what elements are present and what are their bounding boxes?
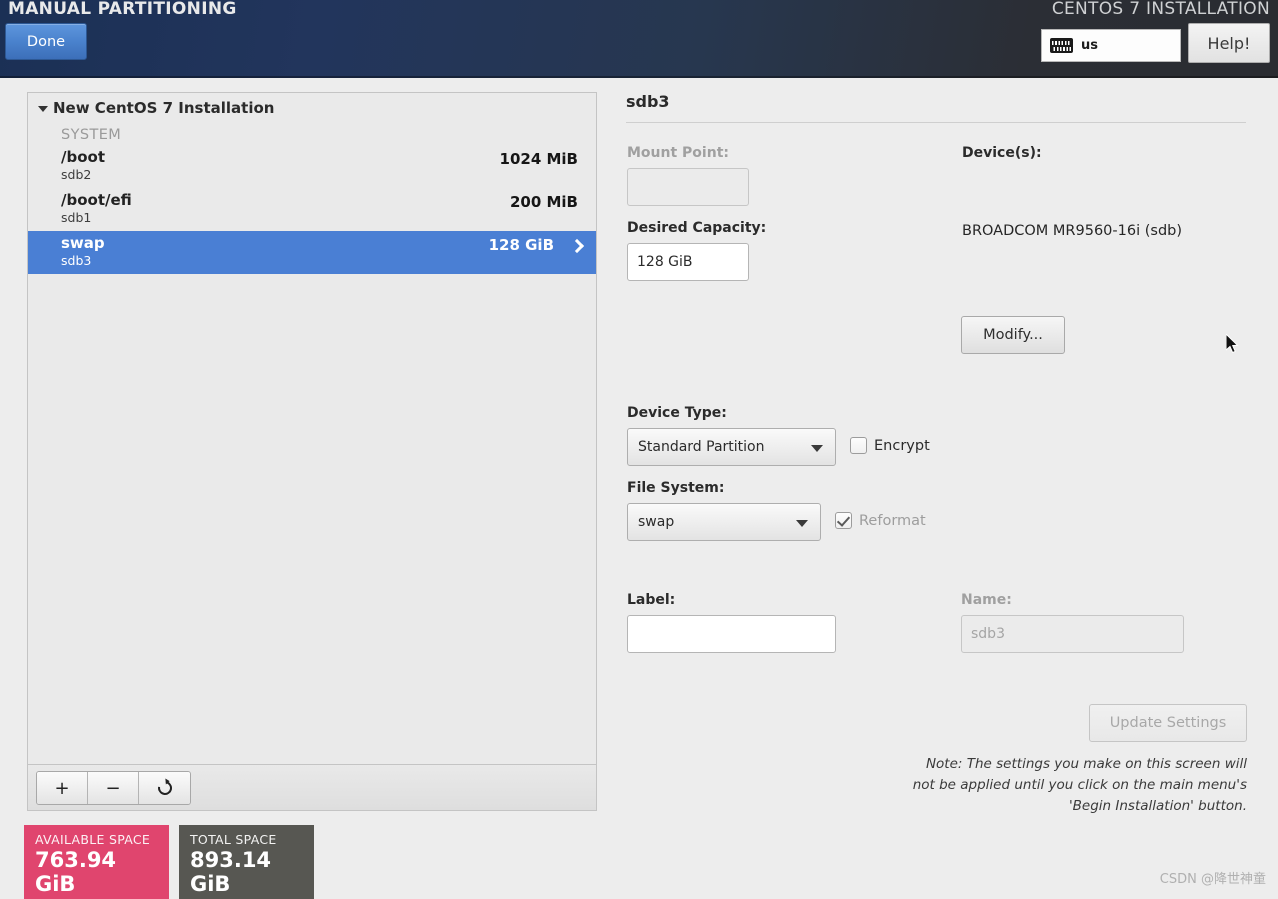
installer-title: CENTOS 7 INSTALLATION	[1051, 0, 1270, 19]
desired-capacity-label: Desired Capacity:	[627, 220, 767, 236]
keyboard-layout-label: us	[1081, 38, 1098, 53]
file-system-select[interactable]: swap	[627, 503, 821, 541]
encrypt-label: Encrypt	[874, 437, 930, 454]
mount-point-label: Mount Point:	[627, 145, 729, 161]
encrypt-checkbox[interactable]	[850, 437, 867, 454]
label-input[interactable]	[627, 615, 836, 653]
partition-toolbar: + −	[27, 765, 597, 811]
reformat-checkbox[interactable]	[835, 512, 852, 529]
update-settings-button[interactable]: Update Settings	[1089, 704, 1247, 742]
installer-header: MANUAL PARTITIONING CENTOS 7 INSTALLATIO…	[0, 0, 1278, 78]
available-space-value: 763.94 GiB	[35, 848, 117, 896]
partition-group-system: SYSTEM	[61, 127, 122, 143]
device-type-value: Standard Partition	[638, 439, 765, 455]
modify-button[interactable]: Modify...	[961, 316, 1065, 354]
available-space-badge: AVAILABLE SPACE 763.94 GiB	[24, 825, 169, 899]
reformat-checkbox-row[interactable]: Reformat	[835, 512, 926, 529]
manual-partitioning-screen: MANUAL PARTITIONING CENTOS 7 INSTALLATIO…	[0, 0, 1278, 899]
file-system-label: File System:	[627, 480, 725, 496]
remove-partition-button[interactable]: −	[88, 772, 139, 804]
list-item[interactable]: /boot sdb2 1024 MiB	[28, 145, 596, 188]
collapse-triangle-icon[interactable]	[38, 106, 48, 112]
keyboard-layout-indicator[interactable]: us	[1041, 29, 1181, 62]
space-summary: AVAILABLE SPACE 763.94 GiB TOTAL SPACE 8…	[24, 825, 314, 899]
file-system-value: swap	[638, 514, 675, 530]
total-space-caption: TOTAL SPACE	[190, 832, 277, 847]
reformat-label: Reformat	[859, 512, 926, 529]
settings-note: Note: The settings you make on this scre…	[912, 756, 1247, 814]
desired-capacity-input[interactable]: 128 GiB	[627, 243, 749, 281]
partition-list-panel[interactable]: New CentOS 7 Installation SYSTEM /boot s…	[27, 92, 597, 765]
device-type-label: Device Type:	[627, 405, 727, 421]
list-item-selected[interactable]: swap sdb3 128 GiB	[28, 231, 596, 274]
page-title: MANUAL PARTITIONING	[8, 0, 237, 19]
partition-size: 200 MiB	[509, 193, 578, 211]
mouse-cursor	[1226, 334, 1239, 354]
name-input[interactable]: sdb3	[961, 615, 1184, 653]
devices-label: Device(s):	[962, 145, 1042, 161]
device-type-select[interactable]: Standard Partition	[627, 428, 836, 466]
encrypt-checkbox-row[interactable]: Encrypt	[850, 437, 930, 454]
toolbar-button-group: + −	[36, 771, 191, 805]
refresh-icon	[154, 778, 175, 798]
partition-size: 1024 MiB	[499, 150, 578, 168]
total-space-value: 893.14 GiB	[190, 848, 272, 896]
partition-details-panel: sdb3 Mount Point: Desired Capacity: 128 …	[626, 92, 1266, 862]
done-button[interactable]: Done	[5, 23, 87, 60]
tree-root-label: New CentOS 7 Installation	[53, 99, 275, 117]
help-button[interactable]: Help!	[1188, 23, 1270, 63]
watermark: CSDN @降世神童	[1159, 872, 1266, 887]
partition-device: sdb1	[61, 209, 92, 225]
partition-device: sdb2	[61, 166, 92, 182]
selected-partition-title: sdb3	[626, 92, 670, 111]
mount-point-input[interactable]	[627, 168, 749, 206]
tree-root-new-installation[interactable]: New CentOS 7 Installation	[28, 93, 596, 121]
keyboard-icon	[1050, 38, 1073, 53]
divider	[626, 122, 1246, 123]
add-partition-button[interactable]: +	[37, 772, 88, 804]
refresh-button[interactable]	[139, 772, 190, 804]
total-space-badge: TOTAL SPACE 893.14 GiB	[179, 825, 314, 899]
available-space-caption: AVAILABLE SPACE	[35, 832, 151, 847]
partition-size: 128 GiB	[488, 236, 554, 254]
partition-device: sdb3	[61, 252, 92, 268]
name-field-label: Name:	[961, 592, 1012, 608]
devices-value: BROADCOM MR9560-16i (sdb)	[962, 223, 1183, 239]
label-field-label: Label:	[627, 592, 676, 608]
chevron-down-icon	[796, 520, 808, 527]
chevron-down-icon	[811, 445, 823, 452]
list-item[interactable]: /boot/efi sdb1 200 MiB	[28, 188, 596, 231]
